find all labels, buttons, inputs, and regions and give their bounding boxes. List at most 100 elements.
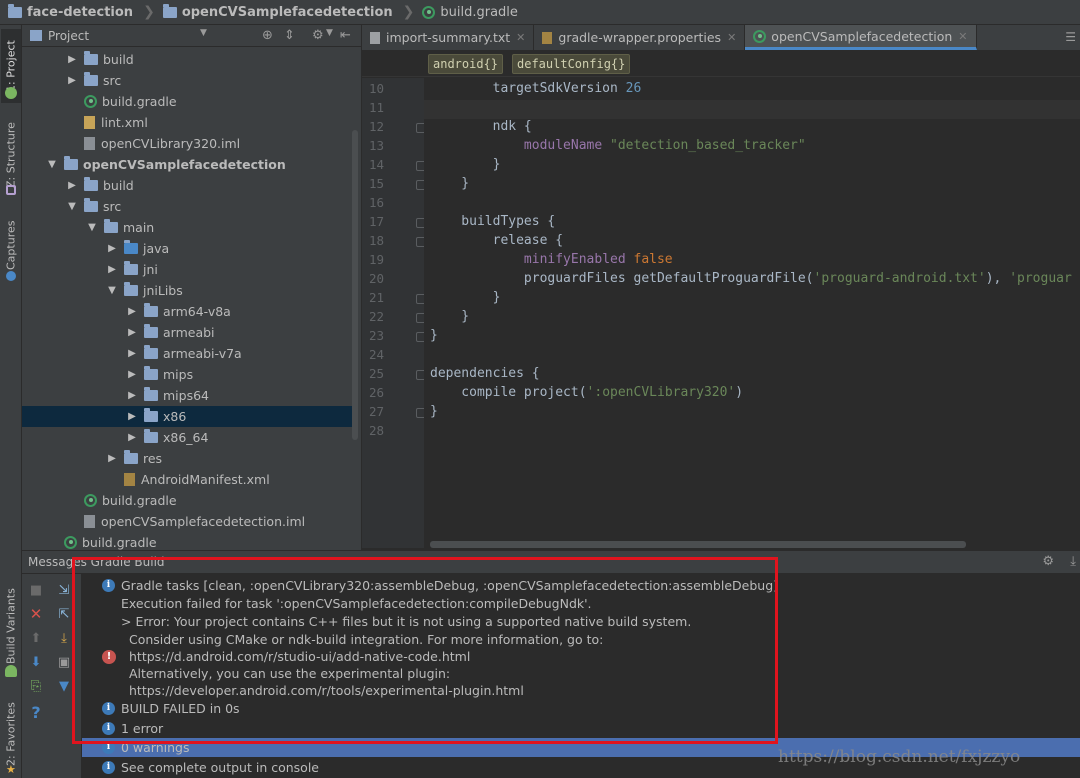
breadcrumb-defaultconfig-block[interactable]: defaultConfig{} — [512, 54, 631, 74]
tree-item[interactable]: ▶ jni — [22, 259, 352, 280]
captures-tool-tab[interactable]: Captures — [1, 215, 21, 275]
line-number: 23 — [368, 328, 384, 343]
tree-item[interactable]: ▶ res — [22, 448, 352, 469]
tree-item[interactable]: build.gradle — [22, 490, 352, 511]
editor-horizontal-scrollbar[interactable] — [430, 541, 966, 548]
tree-item-label: x86_64 — [163, 430, 209, 445]
expand-arrow-icon[interactable]: ▶ — [126, 411, 138, 422]
tree-item[interactable]: ▶ arm64-v8a — [22, 301, 352, 322]
structure-tool-tab[interactable]: Z: Structure — [1, 115, 21, 195]
tab-import-summary[interactable]: import-summary.txt ✕ — [362, 25, 535, 50]
chevron-down-icon[interactable]: ▼ — [326, 28, 333, 38]
code-line: } — [430, 290, 501, 305]
export-to-file-icon[interactable]: ⎘ — [28, 678, 44, 694]
close-icon[interactable]: ✕ — [28, 605, 44, 623]
code-editor[interactable]: targetSdkVersion 26 ndk { moduleName "de… — [424, 78, 1080, 548]
collapse-arrow-icon[interactable]: ▼ — [106, 285, 118, 296]
project-view-selector[interactable]: Project — [48, 29, 89, 43]
tree-item[interactable]: ▶ build — [22, 175, 352, 196]
tree-item[interactable]: ▶ src — [22, 70, 352, 91]
expand-arrow-icon[interactable]: ▶ — [126, 348, 138, 359]
tree-item[interactable]: AndroidManifest.xml — [22, 469, 352, 490]
tab-list-menu-icon[interactable]: ☰ — [1065, 30, 1076, 44]
tree-item[interactable]: ▶ armeabi — [22, 322, 352, 343]
tree-item[interactable]: ▶ mips64 — [22, 385, 352, 406]
expand-arrow-icon[interactable]: ▶ — [126, 306, 138, 317]
console-icon[interactable]: ▣ — [56, 654, 72, 670]
project-scrollbar[interactable] — [352, 130, 358, 440]
close-icon[interactable]: ✕ — [516, 31, 525, 44]
folder-icon — [84, 72, 98, 86]
tree-item[interactable]: ▶ mips — [22, 364, 352, 385]
arrow-up-icon[interactable]: ⬆ — [28, 630, 44, 646]
expand-arrow-icon[interactable]: ▶ — [66, 180, 78, 191]
expand-arrow-icon[interactable]: ▶ — [126, 390, 138, 401]
hide-panel-icon[interactable]: ⤓ — [1070, 554, 1076, 569]
captures-icon — [6, 271, 16, 281]
tree-item[interactable]: lint.xml — [22, 112, 352, 133]
line-number: 21 — [368, 290, 384, 305]
scroll-from-source-icon[interactable]: ⊕ — [262, 28, 273, 43]
tree-item-label: lint.xml — [101, 115, 148, 130]
expand-arrow-icon[interactable]: ▶ — [126, 369, 138, 380]
tree-item[interactable]: ▶ java — [22, 238, 352, 259]
project-view-icon — [30, 30, 42, 41]
folder-icon — [124, 240, 138, 254]
gear-icon[interactable]: ⚙ — [312, 28, 324, 43]
tree-item[interactable]: build.gradle — [22, 91, 352, 112]
tab-gradle-wrapper[interactable]: gradle-wrapper.properties ✕ — [534, 25, 746, 50]
collapse-all-icon[interactable]: ⇕ — [284, 28, 295, 43]
breadcrumb-file[interactable]: build.gradle — [422, 0, 528, 25]
collapse-arrow-icon[interactable]: ▼ — [86, 222, 98, 233]
line-number: 26 — [368, 385, 384, 400]
tree-item[interactable]: openCVLibrary320.iml — [22, 133, 352, 154]
folder-icon — [144, 408, 158, 422]
expand-arrow-icon[interactable]: ▶ — [106, 453, 118, 464]
close-icon[interactable]: ✕ — [727, 31, 736, 44]
collapse-all-icon[interactable]: ⇱ — [56, 606, 72, 622]
chevron-down-icon[interactable]: ▼ — [200, 28, 207, 38]
line-number: 16 — [368, 195, 384, 210]
folder-icon — [144, 324, 158, 338]
breadcrumb-label: face-detection — [27, 4, 134, 20]
code-line: dependencies { — [430, 366, 540, 381]
gear-icon[interactable]: ⚙ — [1042, 554, 1054, 569]
expand-arrow-icon[interactable]: ▶ — [126, 327, 138, 338]
tab-opencvsamplefacedetection[interactable]: openCVSamplefacedetection ✕ — [745, 25, 977, 50]
tree-item[interactable]: ▶ x86 — [22, 406, 352, 427]
filter-icon[interactable]: ▼ — [56, 678, 72, 694]
favorites-tool-tab[interactable]: 2: Favorites — [1, 697, 21, 771]
editor-tab-bar: import-summary.txt ✕ gradle-wrapper.prope… — [362, 25, 1080, 51]
stop-icon[interactable]: ■ — [28, 582, 44, 598]
tree-item[interactable]: ▼ src — [22, 196, 352, 217]
iml-file-icon — [84, 137, 95, 150]
expand-all-icon[interactable]: ⇲ — [56, 582, 72, 598]
expand-arrow-icon[interactable]: ▶ — [126, 432, 138, 443]
expand-arrow-icon[interactable]: ▶ — [106, 243, 118, 254]
tree-item[interactable]: ▶ build — [22, 49, 352, 70]
breadcrumb-android-block[interactable]: android{} — [428, 54, 504, 74]
tree-item[interactable]: ▼ jniLibs — [22, 280, 352, 301]
tree-item[interactable]: ▶ x86_64 — [22, 427, 352, 448]
hide-panel-icon[interactable]: ⇤ — [340, 28, 351, 43]
expand-arrow-icon[interactable]: ▶ — [106, 264, 118, 275]
line-number: 25 — [368, 366, 384, 381]
tree-item[interactable]: ▼ openCVSamplefacedetection — [22, 154, 352, 175]
export-icon[interactable]: ⤓ — [56, 630, 72, 646]
tree-item[interactable]: openCVSamplefacedetection.iml — [22, 511, 352, 532]
chevron-right-icon: ❯ — [143, 4, 155, 20]
tree-item[interactable]: ▶ armeabi-v7a — [22, 343, 352, 364]
breadcrumb-module[interactable]: openCVSamplefacedetection — [162, 0, 403, 25]
close-icon[interactable]: ✕ — [958, 30, 967, 43]
build-variants-tool-tab[interactable]: Build Variants — [1, 585, 21, 667]
arrow-down-icon[interactable]: ⬇ — [28, 654, 44, 670]
expand-arrow-icon[interactable]: ▶ — [66, 54, 78, 65]
tree-item-label: res — [143, 451, 163, 466]
breadcrumb-project[interactable]: face-detection — [8, 0, 143, 25]
collapse-arrow-icon[interactable]: ▼ — [66, 201, 78, 212]
expand-arrow-icon[interactable]: ▶ — [66, 75, 78, 86]
help-icon[interactable]: ? — [28, 703, 44, 722]
tree-item[interactable]: ▼ main — [22, 217, 352, 238]
line-number: 14 — [368, 157, 384, 172]
collapse-arrow-icon[interactable]: ▼ — [46, 159, 58, 170]
